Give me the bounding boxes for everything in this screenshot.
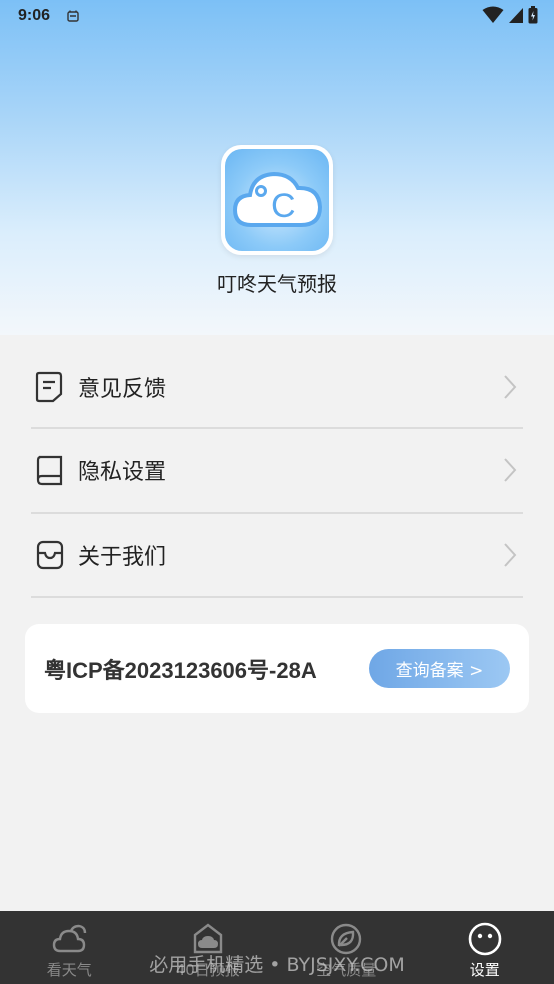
tab-label-air: 空气质量 <box>316 961 377 979</box>
menu-label-feedback: 意见反馈 <box>78 376 167 402</box>
cloud-celsius-icon: C <box>232 171 323 227</box>
feedback-icon <box>35 371 63 402</box>
chevron-right-icon <box>504 458 517 482</box>
forecast-calendar-icon <box>193 923 222 954</box>
menu-item-about[interactable]: 关于我们 <box>31 514 523 598</box>
tab-settings[interactable]: 设置 <box>416 911 554 984</box>
query-filing-button[interactable]: 查询备案 > <box>369 649 510 688</box>
tab-weather[interactable]: 看天气 <box>0 911 139 984</box>
settings-menu: 意见反馈 隐私设置 关于我们 <box>31 346 523 598</box>
svg-text:C: C <box>271 187 296 225</box>
tab-40day-forecast[interactable]: 40日预报 <box>139 911 278 984</box>
about-box-icon <box>36 540 64 569</box>
status-time: 9:06 <box>18 7 51 24</box>
notification-icon <box>67 10 79 22</box>
icp-card: 粤ICP备2023123606号-28A 查询备案 > <box>25 624 529 713</box>
bottom-tab-bar: 看天气 40日预报 空气质量 设置 <box>0 911 554 984</box>
status-bar: 9:06 <box>0 0 554 32</box>
menu-item-privacy[interactable]: 隐私设置 <box>31 429 523 514</box>
cloud-sun-icon <box>53 924 87 953</box>
chevron-right-icon <box>504 374 517 399</box>
battery-icon <box>528 6 538 24</box>
menu-item-feedback[interactable]: 意见反馈 <box>31 346 523 429</box>
app-name: 叮咚天气预报 <box>217 272 337 296</box>
tab-label-settings: 设置 <box>469 961 500 979</box>
leaf-icon <box>331 923 362 955</box>
signal-icon <box>509 8 523 23</box>
privacy-book-icon <box>36 456 63 486</box>
menu-label-about: 关于我们 <box>78 544 167 570</box>
status-indicators <box>482 6 538 24</box>
app-logo: C <box>221 145 333 255</box>
smiley-settings-icon <box>468 922 502 956</box>
tab-label-forecast: 40日预报 <box>175 961 240 979</box>
wifi-icon <box>482 6 504 23</box>
icp-number: 粤ICP备2023123606号-28A <box>44 657 317 683</box>
menu-label-privacy: 隐私设置 <box>78 460 167 486</box>
chevron-right-icon <box>504 543 517 567</box>
tab-label-weather: 看天气 <box>46 961 92 979</box>
tab-air-quality[interactable]: 空气质量 <box>277 911 416 984</box>
